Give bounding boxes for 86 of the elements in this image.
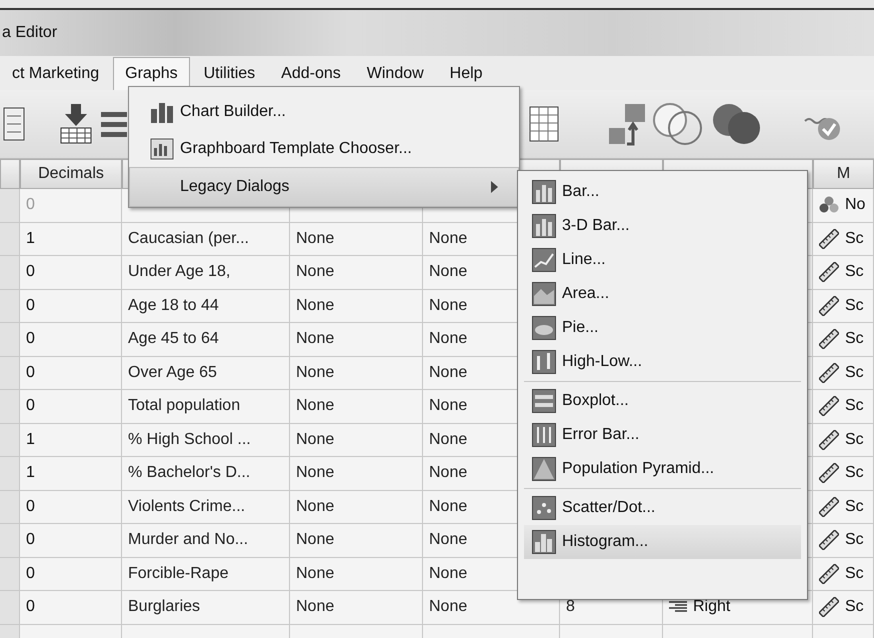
window-title: a Editor (2, 24, 58, 42)
menu-item[interactable]: Utilities (192, 56, 268, 90)
table-cell: Murder and No... (122, 524, 290, 558)
menu-item[interactable]: Legacy Dialogs (129, 167, 519, 207)
cell-text: Sc (845, 430, 864, 449)
table-cell: Under Age 18, (122, 256, 290, 290)
table-cell: None (290, 524, 423, 558)
histogram-icon (532, 530, 556, 554)
cell-text: 0 (26, 196, 35, 214)
menu-item[interactable]: Bar... (524, 175, 801, 209)
bar-chart-icon (532, 214, 556, 238)
table-cell: None (290, 290, 423, 323)
import-data-icon[interactable] (60, 104, 92, 144)
cell-text: 0 (26, 296, 35, 315)
table-cell: Violents Crime... (122, 490, 290, 524)
cell-text: Sc (845, 230, 864, 248)
cell-text: Sc (845, 263, 864, 282)
value-labels-icon[interactable] (607, 102, 647, 146)
cell-text: 0 (26, 397, 35, 416)
table-cell: Over Age 65 (122, 356, 290, 390)
error-bar-icon (532, 423, 556, 447)
cell-text: Sc (845, 330, 864, 348)
table-icon[interactable] (529, 106, 559, 142)
cell-text: Sc (845, 564, 864, 583)
table-cell: None (290, 591, 423, 624)
cell-text: Sc (845, 397, 864, 416)
align-right-icon (669, 601, 687, 614)
pie-chart-icon (532, 316, 556, 340)
table-cell: None (290, 558, 423, 591)
table-cell: Forcible-Rape (122, 558, 290, 591)
menu-item[interactable]: ct Marketing (0, 56, 112, 90)
cell-text: 0 (26, 598, 35, 616)
cell-text: 0 (26, 498, 35, 516)
table-cell: None (290, 457, 423, 490)
table-cell: None (290, 356, 423, 390)
menu-item[interactable]: Help (438, 56, 495, 90)
cell-text: 0 (26, 564, 35, 583)
table-cell: None (290, 424, 423, 457)
scatter-plot-icon (532, 496, 556, 520)
cell-text: No (845, 196, 866, 214)
column-header (0, 159, 20, 189)
table-cell: None (290, 256, 423, 290)
menu-item[interactable]: Graphs (113, 56, 190, 90)
table-cell: Total population (122, 390, 290, 424)
menu-item[interactable]: Add-ons (269, 56, 353, 90)
table-cell: None (290, 390, 423, 424)
menu-item[interactable]: Chart Builder... (129, 93, 519, 130)
table-cell: Age 45 to 64 (122, 323, 290, 356)
cell-text: 0 (26, 263, 35, 282)
cell-text: 0 (26, 364, 35, 382)
table-cell: None (290, 222, 423, 256)
venn-circles-icon[interactable] (651, 101, 705, 147)
cell-text: Sc (845, 464, 864, 482)
cell-text: 1 (26, 464, 35, 482)
cell-text: Sc (845, 364, 864, 382)
cell-text: Sc (845, 498, 864, 516)
cell-text: 1 (26, 430, 35, 449)
submenu-arrow-icon (491, 181, 498, 193)
column-header: Decimals (20, 159, 122, 189)
table-cell: Caucasian (per... (122, 222, 290, 256)
table-cell: % Bachelor's D... (122, 457, 290, 490)
table-cell: Age 18 to 44 (122, 290, 290, 323)
table-cell: % High School ... (122, 424, 290, 457)
cell-text: 0 (26, 531, 35, 550)
chart-template-icon (150, 138, 174, 160)
document-icon[interactable] (3, 106, 25, 142)
menu-item[interactable]: Window (354, 56, 436, 90)
cell-text: Sc (845, 598, 864, 616)
menu-item[interactable]: Graphboard Template Chooser... (129, 130, 519, 167)
high-low-chart-icon (532, 350, 556, 374)
pyramid-chart-icon (532, 457, 556, 481)
table-cell: None (290, 490, 423, 524)
table-cell: None (290, 323, 423, 356)
column-header: M (813, 159, 874, 189)
bar-chart-icon (150, 100, 174, 122)
cell-text: 0 (26, 330, 35, 348)
table-cell: Burglaries (122, 591, 290, 624)
cell-text: Sc (845, 531, 864, 550)
menu-item[interactable]: Histogram... (524, 525, 801, 559)
cell-text: 1 (26, 230, 35, 248)
bar-chart-icon (532, 180, 556, 204)
boxplot-icon (532, 389, 556, 413)
cell-text: Sc (845, 296, 864, 315)
area-chart-icon (532, 282, 556, 306)
line-chart-icon (532, 248, 556, 272)
cell-text: Right (693, 598, 730, 616)
